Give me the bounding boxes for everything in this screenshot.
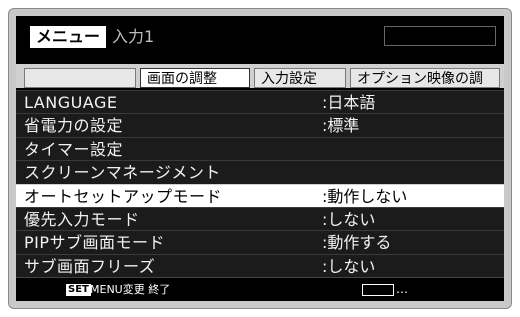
menu-item-auto-setup[interactable]: オートセットアップモード :動作しない (16, 183, 504, 207)
menu-item-label: 優先入力モード (24, 209, 140, 229)
menu-item-label: タイマー設定 (24, 139, 124, 159)
menu-item-label: スクリーンマネージメント (24, 163, 221, 183)
menu-item-value: :日本語 (322, 93, 376, 112)
footer-dots: … (396, 282, 408, 296)
menu-item-pip-mode[interactable]: PIPサブ画面モード :動作する (16, 230, 504, 254)
menu-item-label: 省電力の設定 (24, 116, 124, 136)
osd-screen: メニュー 入力1 画面の調整 入力設定 オプション映像の調 LANGUAGE :… (16, 16, 504, 301)
menu-item-value: :標準 (322, 116, 360, 136)
menu-item-language[interactable]: LANGUAGE :日本語 (16, 90, 504, 114)
menu-item-label: PIPサブ画面モード (24, 233, 166, 253)
menu-item-label: LANGUAGE (24, 93, 118, 112)
footer-indicator-box (362, 284, 394, 296)
menu-item-power-saving[interactable]: 省電力の設定 :標準 (16, 113, 504, 137)
osd-footer: SET MENU変更 終了 … (16, 277, 504, 301)
tab-picture-adjust[interactable]: 画面の調整 (140, 68, 250, 88)
menu-item-value: :しない (322, 256, 376, 276)
tab-option-video[interactable]: オプション映像の調 (350, 68, 500, 88)
menu-list: LANGUAGE :日本語 省電力の設定 :標準 タイマー設定 スクリーンマネー… (16, 90, 504, 277)
tab-input-settings[interactable]: 入力設定 (254, 68, 346, 88)
menu-item-value: :しない (322, 209, 376, 229)
menu-item-label: オートセットアップモード (24, 186, 223, 206)
menu-item-screen-management[interactable]: スクリーンマネージメント (16, 160, 504, 184)
menu-item-timer[interactable]: タイマー設定 (16, 136, 504, 161)
footer-help-text: MENU変更 終了 (90, 283, 171, 296)
input-indicator: 入力1 (112, 27, 155, 46)
menu-item-priority-input[interactable]: 優先入力モード :しない (16, 206, 504, 231)
menu-item-value: :動作する (322, 233, 392, 253)
menu-title-badge: メニュー (30, 26, 107, 48)
menu-item-sub-freeze[interactable]: サブ画面フリーズ :しない (16, 253, 504, 277)
menu-item-label: サブ画面フリーズ (24, 256, 156, 276)
osd-header: メニュー 入力1 (16, 16, 504, 64)
header-status-box (384, 26, 496, 46)
set-button-icon: SET (66, 284, 91, 296)
tab-bar: 画面の調整 入力設定 オプション映像の調 (16, 64, 504, 90)
tab-0[interactable] (24, 68, 136, 88)
menu-item-value: :動作しない (322, 186, 408, 206)
